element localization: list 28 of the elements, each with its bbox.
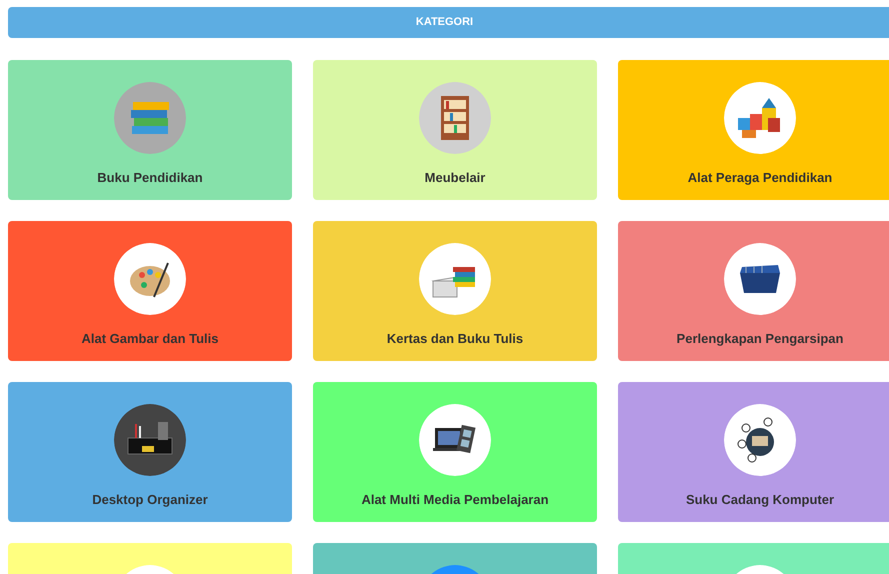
- category-label: Perlengkapan Pengarsipan: [676, 330, 844, 348]
- category-card[interactable]: Buku Pendidikan: [8, 60, 292, 200]
- category-card[interactable]: Suku Cadang Komputer: [618, 382, 889, 522]
- category-label: Kertas dan Buku Tulis: [386, 330, 524, 348]
- category-card[interactable]: Alat Peraga Pendidikan: [618, 60, 889, 200]
- file-folder-icon: [724, 243, 796, 315]
- desk-organizer-icon: [114, 404, 186, 476]
- category-card[interactable]: Alat Gambar dan Tulis: [8, 221, 292, 361]
- category-card[interactable]: Kertas dan Buku Tulis: [313, 221, 597, 361]
- category-label: Meubelair: [424, 169, 486, 187]
- category-label: Desktop Organizer: [92, 491, 208, 509]
- category-label: Buku Pendidikan: [97, 169, 203, 187]
- category-card[interactable]: Meubelair: [313, 60, 597, 200]
- monitor-film-icon: [419, 404, 491, 476]
- bookshelf-icon: [419, 82, 491, 154]
- category-card[interactable]: Alat Multi Media Pembelajaran: [313, 382, 597, 522]
- category-card[interactable]: Desktop Organizer: [8, 382, 292, 522]
- category-card[interactable]: Perlengkapan Pengarsipan: [618, 221, 889, 361]
- category-label: Alat Peraga Pendidikan: [688, 169, 832, 187]
- books-icon: [114, 82, 186, 154]
- category-label: Alat Gambar dan Tulis: [81, 330, 218, 348]
- header-title: KATEGORI: [416, 15, 474, 30]
- category-label: Alat Multi Media Pembelajaran: [361, 491, 549, 509]
- toy-blocks-icon: [724, 82, 796, 154]
- category-label: Suku Cadang Komputer: [686, 491, 834, 509]
- computer-parts-icon: [724, 404, 796, 476]
- palette-icon: [114, 243, 186, 315]
- paper-box-icon: [419, 243, 491, 315]
